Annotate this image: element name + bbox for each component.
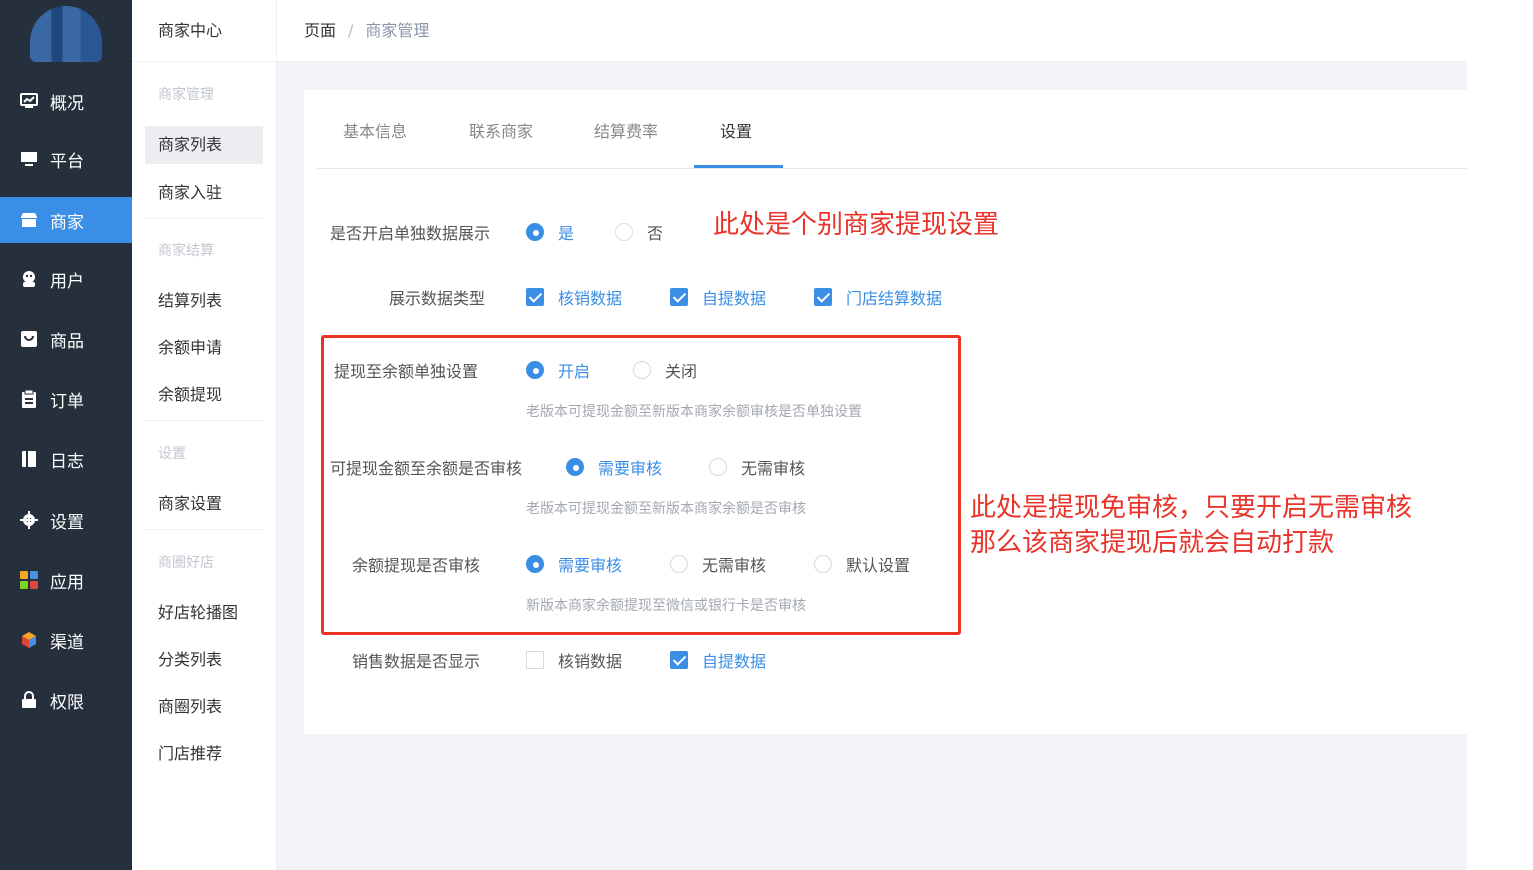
checkbox-label: 自提数据	[702, 289, 767, 308]
breadcrumb: 页面 / 商家管理	[277, 0, 1467, 62]
secondary-sidebar: 商家中心 商家管理 商家列表 商家入驻 商家结算 结算列表 余额申请 余额提现 …	[132, 0, 277, 870]
display-type-writeoff-checkbox[interactable]: 核销数据	[526, 285, 622, 309]
logo-avatar	[30, 6, 102, 62]
nav-item-settings[interactable]: 设置	[0, 497, 132, 543]
nav-item-label: 权限	[50, 692, 84, 713]
breadcrumb-root[interactable]: 页面	[304, 21, 336, 40]
nav-item-merchant[interactable]: 商家	[0, 197, 132, 243]
sales-writeoff-checkbox[interactable]: 核销数据	[526, 648, 622, 672]
sidebar-item-settle-list[interactable]: 结算列表	[145, 282, 263, 320]
user-icon	[20, 270, 38, 288]
nav-item-label: 用户	[50, 271, 84, 292]
nav-item-label: 商家	[50, 212, 84, 233]
annotation-top: 此处是个别商家提现设置	[713, 210, 1000, 240]
group-circle-shop: 商圈好店	[158, 555, 214, 571]
checkbox-box	[670, 288, 688, 306]
sidebar-item-store-recommend[interactable]: 门店推荐	[145, 735, 263, 773]
nav-item-platform[interactable]: 平台	[0, 136, 132, 182]
lock-icon	[20, 691, 38, 709]
checkbox-label: 门店结算数据	[846, 289, 943, 308]
gear-icon	[20, 511, 38, 529]
sidebar-item-circle-list[interactable]: 商圈列表	[145, 688, 263, 726]
checkbox-label: 核销数据	[558, 652, 623, 671]
radio-circle	[615, 223, 633, 241]
sidebar-item-merchant-list[interactable]: 商家列表	[145, 126, 263, 164]
single-display-yes-radio[interactable]: 是	[526, 220, 574, 244]
checkbox-box	[814, 288, 832, 306]
nav-item-logs[interactable]: 日志	[0, 436, 132, 482]
tab-divider	[317, 168, 1467, 169]
display-type-pickup-checkbox[interactable]: 自提数据	[670, 285, 766, 309]
breadcrumb-separator: /	[348, 21, 354, 40]
single-display-no-radio[interactable]: 否	[615, 220, 663, 244]
nav-item-label: 平台	[50, 151, 84, 172]
sales-pickup-checkbox[interactable]: 自提数据	[670, 648, 766, 672]
store-icon	[20, 211, 38, 229]
nav-item-label: 设置	[50, 512, 84, 533]
radio-label: 是	[558, 224, 575, 243]
goods-icon	[20, 330, 38, 348]
nav-item-permissions[interactable]: 权限	[0, 677, 132, 723]
tab-contact-merchant[interactable]: 联系商家	[469, 118, 533, 142]
tab-settings[interactable]: 设置	[720, 118, 752, 142]
checkbox-label: 核销数据	[558, 289, 623, 308]
radio-circle	[526, 223, 544, 241]
checkbox-box	[526, 651, 544, 669]
checkbox-box	[526, 288, 544, 306]
display-types-label: 展示数据类型	[389, 289, 486, 308]
annotation-side-line2: 那么该商家提现后就会自动打款	[970, 528, 1335, 558]
dashboard-icon	[20, 92, 38, 110]
sales-display-label: 销售数据是否显示	[352, 652, 481, 671]
sidebar-item-balance-withdraw[interactable]: 余额提现	[145, 376, 263, 414]
book-icon	[20, 450, 38, 468]
nav-item-label: 商品	[50, 331, 84, 352]
group-merchant-settle: 商家结算	[158, 243, 214, 259]
sidebar-item-shop-carousel[interactable]: 好店轮播图	[145, 594, 263, 632]
apps-icon	[20, 571, 38, 589]
cube-icon	[20, 631, 38, 649]
divider	[145, 218, 263, 219]
nav-item-label: 概况	[50, 93, 84, 114]
nav-item-apps[interactable]: 应用	[0, 557, 132, 603]
radio-label: 否	[647, 224, 664, 243]
checkbox-box	[670, 651, 688, 669]
active-tab-indicator	[694, 165, 783, 168]
single-display-label: 是否开启单独数据展示	[330, 224, 491, 243]
checkbox-label: 自提数据	[702, 652, 767, 671]
sidebar-item-category-list[interactable]: 分类列表	[145, 641, 263, 679]
divider	[145, 529, 263, 530]
clipboard-icon	[20, 390, 38, 408]
nav-item-overview[interactable]: 概况	[0, 78, 132, 124]
nav-item-user[interactable]: 用户	[0, 256, 132, 302]
sidebar-item-merchant-join[interactable]: 商家入驻	[145, 174, 263, 212]
tab-basic-info[interactable]: 基本信息	[343, 118, 407, 142]
nav-item-label: 订单	[50, 391, 84, 412]
annotation-highlight-box	[321, 335, 961, 635]
nav-item-goods[interactable]: 商品	[0, 316, 132, 362]
sidebar-item-balance-apply[interactable]: 余额申请	[145, 329, 263, 367]
group-settings: 设置	[158, 446, 186, 462]
divider	[145, 420, 263, 421]
nav-item-orders[interactable]: 订单	[0, 376, 132, 422]
breadcrumb-current: 商家管理	[365, 21, 430, 40]
nav-item-label: 日志	[50, 451, 84, 472]
nav-item-label: 渠道	[50, 632, 84, 653]
sidebar-item-merchant-settings[interactable]: 商家设置	[145, 485, 263, 523]
tab-settlement-rate[interactable]: 结算费率	[594, 118, 658, 142]
display-type-store-settle-checkbox[interactable]: 门店结算数据	[814, 285, 942, 309]
annotation-side-line1: 此处是提现免审核，只要开启无需审核	[970, 493, 1413, 523]
primary-sidebar: 概况 平台 商家 用户 商品 订单 日志 设置 应用 渠道 权限	[0, 0, 132, 870]
secondary-sidebar-title: 商家中心	[132, 0, 277, 62]
nav-item-label: 应用	[50, 572, 84, 593]
monitor-icon	[20, 150, 38, 168]
nav-item-channels[interactable]: 渠道	[0, 617, 132, 663]
group-merchant-manage: 商家管理	[158, 87, 214, 103]
